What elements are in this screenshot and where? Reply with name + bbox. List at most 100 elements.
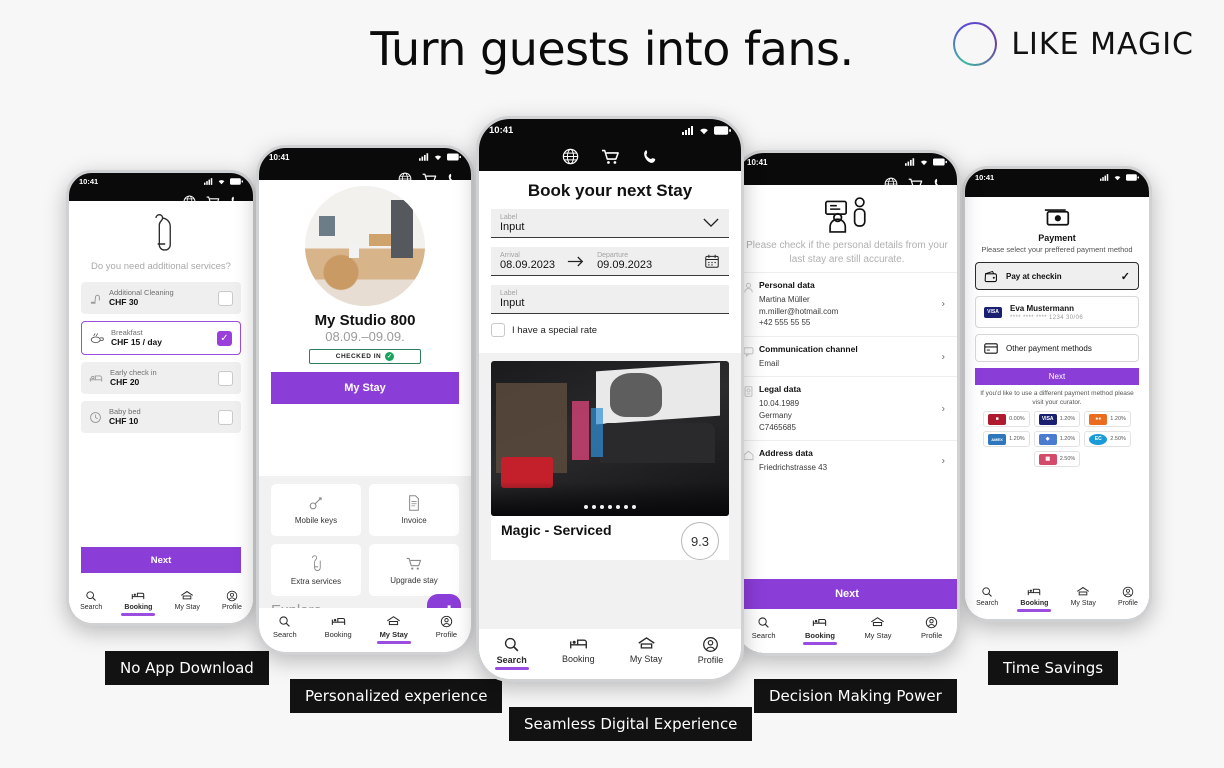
tab-label: Search — [272, 630, 297, 639]
service-row[interactable]: Early check in CHF 20 — [81, 362, 241, 394]
tab-search[interactable]: Search — [752, 616, 776, 640]
phone-icon[interactable] — [642, 148, 659, 165]
status-icons — [905, 158, 947, 166]
tab-search[interactable]: Search — [80, 590, 102, 611]
tab-my-stay[interactable]: My Stay — [175, 590, 200, 611]
service-checkbox[interactable]: ✓ — [217, 330, 232, 346]
service-price: CHF 20 — [110, 377, 140, 388]
service-price: CHF 15 / day — [111, 337, 163, 348]
special-rate-checkbox[interactable] — [491, 323, 505, 337]
service-checkbox[interactable] — [218, 409, 233, 425]
service-row[interactable]: Baby bed CHF 10 — [81, 401, 241, 433]
section-address-data[interactable]: Address data Friedrichstrasse 43 › — [737, 440, 957, 481]
tile-invoice[interactable]: Invoice — [369, 484, 459, 536]
tab-label: Profile — [697, 654, 724, 665]
bed-icon — [89, 375, 103, 382]
calendar-icon[interactable] — [705, 254, 719, 268]
tab-booking[interactable]: Booking — [562, 636, 595, 664]
home-bed-icon — [638, 637, 655, 649]
profile-icon — [226, 590, 238, 601]
booking-title: Book your next Stay — [527, 181, 693, 200]
tab-my-stay[interactable]: My Stay — [380, 615, 408, 639]
tab-label: Search — [751, 631, 776, 640]
service-checkbox[interactable] — [218, 370, 233, 386]
fee-rate: 1.20% — [1009, 436, 1025, 443]
section-legal-data[interactable]: Legal data 10.04.1989 Germany C7465685 › — [737, 376, 957, 440]
service-name: Baby bed — [109, 407, 141, 416]
payment-title: Payment — [1038, 233, 1076, 243]
result-card[interactable]: Magic - Serviced 9.3 — [491, 516, 729, 560]
money-icon — [965, 197, 1149, 231]
tab-my-stay[interactable]: My Stay — [864, 616, 892, 640]
tile-mobile-keys[interactable]: Mobile keys — [271, 484, 361, 536]
fee-rate: 2.50% — [1059, 456, 1076, 463]
section-heading: Address data — [759, 448, 813, 459]
battery-icon — [714, 125, 731, 135]
status-bar: 10:41 — [737, 153, 957, 171]
next-button[interactable]: Next — [975, 368, 1139, 386]
my-stay-button[interactable]: My Stay — [271, 372, 459, 404]
payment-method-saved-card[interactable]: VISA Eva Mustermann **** **** **** 1234 … — [975, 296, 1139, 329]
tab-profile[interactable]: Profile — [697, 636, 724, 665]
visa-logo: VISA — [1038, 413, 1057, 425]
section-personal-data[interactable]: Personal data Martina Müller m.miller@ho… — [737, 272, 957, 336]
special-rate-row[interactable]: I have a special rate — [491, 323, 729, 337]
tab-label: Booking — [1020, 599, 1049, 607]
caption-time-savings: Time Savings — [988, 651, 1119, 685]
tab-booking[interactable]: Booking — [1020, 586, 1048, 607]
chevron-right-icon[interactable]: › — [942, 299, 945, 310]
signal-icon — [905, 158, 915, 166]
service-checkbox[interactable] — [218, 290, 233, 306]
fee-rate: 1.20% — [1059, 436, 1076, 443]
tab-booking[interactable]: Booking — [805, 616, 835, 640]
payment-method-other[interactable]: Other payment methods — [975, 334, 1139, 363]
visa-logo: VISA — [984, 306, 1002, 318]
tab-booking[interactable]: Booking — [325, 615, 352, 639]
select-field[interactable]: Label Input — [491, 209, 729, 238]
next-button[interactable]: Next — [81, 547, 241, 573]
tab-search[interactable]: Search — [976, 586, 998, 607]
tab-profile[interactable]: Profile — [222, 590, 242, 611]
stay-photo — [305, 186, 425, 306]
input-field[interactable]: Label Input — [491, 285, 729, 314]
tab-label: Profile — [1118, 599, 1138, 607]
chevron-right-icon[interactable]: › — [942, 351, 945, 362]
service-row[interactable]: Breakfast CHF 15 / day ✓ — [81, 321, 241, 355]
tile-extra-services[interactable]: Extra services — [271, 544, 361, 596]
battery-icon — [933, 158, 947, 166]
tab-profile[interactable]: Profile — [921, 616, 942, 640]
brand-logo: LIKE MAGIC — [953, 22, 1194, 66]
globe-icon[interactable] — [562, 148, 579, 165]
status-badge: CHECKED IN ✓ — [309, 349, 421, 364]
departure-group: Departure 09.09.2023 — [597, 252, 652, 271]
phone2-screen: My Studio 800 08.09.–09.09. CHECKED IN ✓… — [259, 180, 471, 652]
tile-label: Invoice — [401, 516, 427, 525]
status-time: 10:41 — [975, 172, 995, 182]
date-range-field[interactable]: Arrival 08.09.2023 Departure 09.09.2023 — [491, 247, 729, 276]
tab-booking[interactable]: Booking — [124, 590, 152, 611]
tab-my-stay[interactable]: My Stay — [630, 636, 662, 664]
carousel-dots[interactable] — [584, 505, 636, 509]
chat-icon — [743, 347, 754, 357]
bed-icon — [331, 617, 345, 625]
payment-method-pay-at-checkin[interactable]: Pay at checkin ✓ — [975, 262, 1139, 291]
phone5-screen: Payment Please select your preffered pay… — [965, 197, 1149, 619]
tab-profile[interactable]: Profile — [1118, 586, 1138, 607]
next-button[interactable]: Next — [737, 579, 957, 609]
tile-upgrade-stay[interactable]: Upgrade stay — [369, 544, 459, 596]
chevron-right-icon[interactable]: › — [942, 455, 945, 466]
tab-search[interactable]: Search — [273, 615, 297, 639]
chevron-right-icon[interactable]: › — [942, 403, 945, 414]
home-bed-icon — [181, 590, 194, 599]
tab-my-stay[interactable]: My Stay — [1071, 586, 1096, 607]
cart-icon[interactable] — [601, 148, 620, 165]
service-name: Additional Cleaning — [109, 288, 174, 297]
tab-profile[interactable]: Profile — [436, 615, 457, 639]
status-icons — [419, 153, 461, 161]
chevron-down-icon[interactable] — [703, 218, 719, 228]
section-communication-channel[interactable]: Communication channel Email › — [737, 335, 957, 377]
signal-icon — [1100, 173, 1109, 181]
service-row[interactable]: Additional Cleaning CHF 30 — [81, 282, 241, 314]
tab-search[interactable]: Search — [497, 636, 527, 665]
jcb-logo: ■ — [988, 413, 1007, 425]
